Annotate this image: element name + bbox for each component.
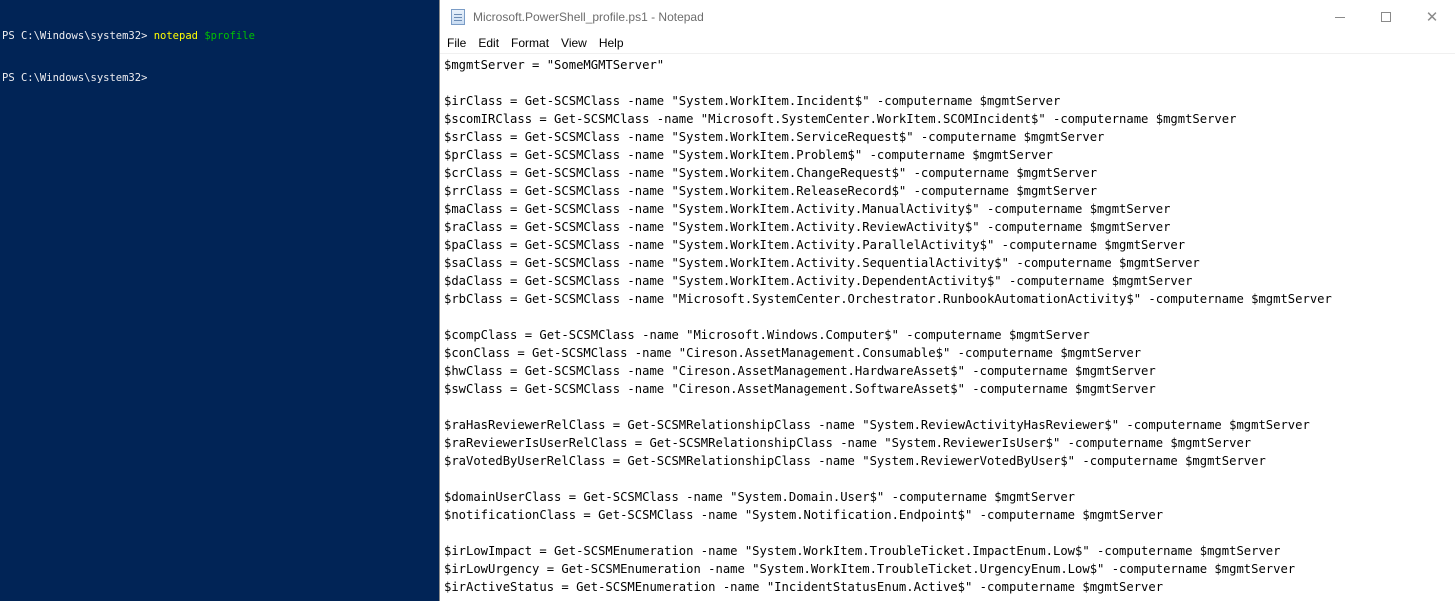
console-command: notepad xyxy=(153,30,198,42)
menu-edit[interactable]: Edit xyxy=(472,34,505,52)
console-prompt: PS C:\Windows\system32> xyxy=(2,30,154,42)
code-line: $hwClass = Get-SCSMClass -name "Cireson.… xyxy=(444,364,1156,378)
code-line: $saClass = Get-SCSMClass -name "System.W… xyxy=(444,256,1200,270)
window-title: Microsoft.PowerShell_profile.ps1 - Notep… xyxy=(473,10,704,24)
code-line: $crClass = Get-SCSMClass -name "System.W… xyxy=(444,166,1098,180)
notepad-titlebar[interactable]: Microsoft.PowerShell_profile.ps1 - Notep… xyxy=(440,0,1455,34)
code-line: $compClass = Get-SCSMClass -name "Micros… xyxy=(444,328,1090,342)
menu-file[interactable]: File xyxy=(441,34,472,52)
code-line: $swClass = Get-SCSMClass -name "Cireson.… xyxy=(444,382,1156,396)
powershell-console[interactable]: PS C:\Windows\system32> notepad $profile… xyxy=(0,0,440,601)
code-line: $conClass = Get-SCSMClass -name "Cireson… xyxy=(444,346,1142,360)
close-button[interactable]: ✕ xyxy=(1409,0,1455,34)
code-line: $paClass = Get-SCSMClass -name "System.W… xyxy=(444,238,1186,252)
code-line: $scomIRClass = Get-SCSMClass -name "Micr… xyxy=(444,112,1237,126)
code-line: $srClass = Get-SCSMClass -name "System.W… xyxy=(444,130,1105,144)
console-prompt: PS C:\Windows\system32> xyxy=(2,72,154,84)
maximize-icon xyxy=(1381,12,1391,22)
menu-view[interactable]: View xyxy=(555,34,593,52)
code-line: $raReviewerIsUserRelClass = Get-SCSMRela… xyxy=(444,436,1252,450)
menu-bar: File Edit Format View Help xyxy=(440,34,1455,52)
code-line: $raClass = Get-SCSMClass -name "System.W… xyxy=(444,220,1171,234)
code-line: $maClass = Get-SCSMClass -name "System.W… xyxy=(444,202,1171,216)
notepad-icon xyxy=(451,9,465,25)
code-line: $mgmtServer = "SomeMGMTServer" xyxy=(444,58,665,72)
code-line: $irLowImpact = Get-SCSMEnumeration -name… xyxy=(444,544,1281,558)
menu-format[interactable]: Format xyxy=(505,34,555,52)
console-argument: $profile xyxy=(204,30,255,42)
code-line: $rbClass = Get-SCSMClass -name "Microsof… xyxy=(444,292,1332,306)
code-line: $prClass = Get-SCSMClass -name "System.W… xyxy=(444,148,1054,162)
text-editor-area[interactable]: $mgmtServer = "SomeMGMTServer" $irClass =… xyxy=(440,53,1455,601)
code-line: $raVotedByUserRelClass = Get-SCSMRelatio… xyxy=(444,454,1266,468)
close-icon: ✕ xyxy=(1425,8,1439,26)
code-line: $irLowUrgency = Get-SCSMEnumeration -nam… xyxy=(444,562,1296,576)
console-line: PS C:\Windows\system32> xyxy=(2,71,440,85)
code-line: $domainUserClass = Get-SCSMClass -name "… xyxy=(444,490,1076,504)
code-line: $raHasReviewerRelClass = Get-SCSMRelatio… xyxy=(444,418,1310,432)
console-line: PS C:\Windows\system32> notepad $profile xyxy=(2,29,440,43)
code-line: $daClass = Get-SCSMClass -name "System.W… xyxy=(444,274,1193,288)
code-line: $notificationClass = Get-SCSMClass -name… xyxy=(444,508,1164,522)
code-line: $rrClass = Get-SCSMClass -name "System.W… xyxy=(444,184,1098,198)
minimize-icon xyxy=(1335,16,1345,18)
code-line: $irClass = Get-SCSMClass -name "System.W… xyxy=(444,94,1061,108)
notepad-window[interactable]: Microsoft.PowerShell_profile.ps1 - Notep… xyxy=(439,0,1455,601)
maximize-button[interactable] xyxy=(1363,0,1409,34)
menu-help[interactable]: Help xyxy=(593,34,630,52)
code-line: $irActiveStatus = Get-SCSMEnumeration -n… xyxy=(444,580,1164,594)
minimize-button[interactable] xyxy=(1317,0,1363,34)
